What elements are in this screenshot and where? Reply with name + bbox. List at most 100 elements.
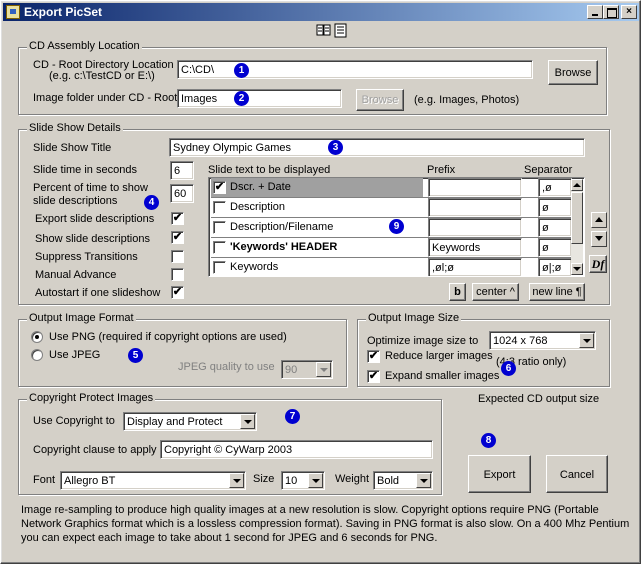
root-dir-example: (e.g. c:\TestCD or E:\)	[49, 70, 155, 82]
weight-select[interactable]: Bold	[373, 471, 433, 490]
option-label: Manual Advance	[35, 269, 117, 281]
list-item-text-cell[interactable]: Keywords	[211, 258, 423, 276]
chevron-down-icon[interactable]	[416, 473, 431, 488]
export-picset-window: Export PicSet × CD Assembly Location CD …	[0, 0, 641, 564]
optimize-size-select[interactable]: 1024 x 768	[489, 331, 596, 350]
book-icon[interactable]	[316, 23, 332, 37]
image-folder-label: Image folder under CD - Root	[33, 92, 178, 104]
percent-label-line2: slide descriptions	[33, 195, 118, 207]
df-button[interactable]: Df	[589, 255, 607, 273]
separator-input[interactable]: ø	[538, 218, 572, 237]
scroll-down-arrow-icon[interactable]	[571, 263, 583, 275]
scroll-up-arrow-icon[interactable]	[571, 179, 583, 191]
slide-time-input[interactable]: 6	[170, 161, 194, 180]
slide-text-header: Slide text to be displayed	[208, 164, 331, 176]
prefix-input[interactable]	[428, 218, 522, 237]
percent-label-line1: Percent of time to show	[33, 182, 148, 194]
list-item[interactable]: 'Keywords' HEADER Keywords ø	[211, 238, 573, 258]
image-folder-input[interactable]: Images	[177, 89, 342, 108]
jpeg-label: Use JPEG	[49, 349, 101, 361]
prefix-input[interactable]: Keywords	[428, 238, 522, 257]
use-copyright-select[interactable]: Display and Protect	[123, 412, 257, 431]
slideshow-legend: Slide Show Details	[27, 122, 123, 134]
clause-input[interactable]: Copyright © CyWarp 2003	[160, 440, 433, 459]
prefix-input[interactable]: ,øl;ø	[428, 258, 522, 276]
list-item-label: Keywords	[230, 261, 279, 273]
chevron-down-icon[interactable]	[240, 414, 255, 429]
option-label: Autostart if one slideshow	[35, 287, 161, 299]
reduce-larger-checkbox[interactable]: ✔	[367, 350, 380, 363]
font-select[interactable]: Allegro BT	[60, 471, 246, 490]
separator-input[interactable]: ø|;ø	[538, 258, 572, 276]
optimize-label: Optimize image size to	[367, 335, 479, 347]
size-select[interactable]: 10	[281, 471, 325, 490]
marker-9: 9	[389, 219, 404, 234]
scroll-thumb[interactable]	[571, 192, 583, 244]
export-button[interactable]: Export	[468, 455, 531, 493]
reduce-larger-label: Reduce larger images	[385, 350, 493, 362]
jpeg-quality-select[interactable]: 90	[281, 360, 333, 379]
list-item[interactable]: ✔ Dscr. + Date ,ø	[211, 178, 573, 198]
cancel-button[interactable]: Cancel	[546, 455, 608, 493]
size-label: Size	[253, 473, 275, 485]
list-item-checkbox[interactable]	[213, 221, 226, 234]
marker-3: 3	[328, 140, 343, 155]
copyright-legend: Copyright Protect Images	[27, 392, 156, 404]
help-icons	[316, 23, 350, 39]
slideshow-title-input[interactable]: Sydney Olympic Games	[169, 138, 585, 157]
separator-input[interactable]: ø	[538, 238, 572, 257]
export-descriptions-checkbox[interactable]: ✔	[171, 212, 184, 225]
document-icon[interactable]	[334, 23, 348, 38]
chevron-down-icon[interactable]	[308, 473, 323, 488]
suppress-transitions-checkbox[interactable]	[171, 250, 184, 263]
separator-input[interactable]: ,ø	[538, 178, 572, 197]
prefix-input[interactable]	[428, 198, 522, 217]
browse-image-folder-button[interactable]: Browse	[356, 89, 404, 111]
show-descriptions-checkbox[interactable]: ✔	[171, 231, 184, 244]
manual-advance-checkbox[interactable]	[171, 268, 184, 281]
title-bar[interactable]: Export PicSet ×	[3, 3, 639, 21]
size-value: 10	[285, 475, 298, 487]
move-down-button[interactable]	[591, 231, 607, 247]
separator-input[interactable]: ø	[538, 198, 572, 217]
prefix-input[interactable]	[428, 178, 522, 197]
list-item-text-cell[interactable]: Description	[211, 198, 423, 217]
option-label: Export slide descriptions	[35, 213, 155, 225]
jpeg-quality-label: JPEG quality to use	[178, 361, 275, 373]
chevron-down-icon[interactable]	[579, 333, 594, 348]
weight-value: Bold	[377, 475, 400, 487]
footer-note: Image re-sampling to produce high qualit…	[21, 504, 630, 544]
chevron-down-icon[interactable]	[316, 362, 331, 377]
separator-header: Separator	[524, 164, 573, 176]
expand-smaller-checkbox[interactable]: ✔	[367, 370, 380, 383]
root-dir-input[interactable]: C:\CD\	[177, 60, 533, 79]
bold-button[interactable]: b	[449, 283, 466, 301]
new-line-button[interactable]: new line ¶	[529, 283, 585, 301]
minimize-button[interactable]	[587, 5, 603, 19]
slide-time-label: Slide time in seconds	[33, 164, 137, 176]
optimize-size-value: 1024 x 768	[493, 335, 548, 347]
list-item[interactable]: Keywords ,øl;ø ø|;ø	[211, 258, 573, 276]
list-item-text-cell[interactable]: 'Keywords' HEADER	[211, 238, 423, 257]
list-scrollbar[interactable]	[571, 179, 583, 275]
marker-8: 8	[481, 433, 496, 448]
jpeg-radio[interactable]	[31, 349, 43, 361]
slideshow-title-label: Slide Show Title	[33, 142, 112, 154]
list-item-checkbox[interactable]: ✔	[213, 181, 226, 194]
list-item-checkbox[interactable]	[213, 261, 226, 274]
list-item[interactable]: Description ø	[211, 198, 573, 218]
maximize-button[interactable]	[603, 5, 619, 19]
autostart-checkbox[interactable]: ✔	[171, 286, 184, 299]
chevron-down-icon[interactable]	[229, 473, 244, 488]
close-button[interactable]: ×	[621, 5, 637, 19]
percent-input[interactable]: 60	[170, 184, 194, 203]
center-button[interactable]: center ^	[472, 283, 519, 301]
list-item-checkbox[interactable]	[213, 241, 226, 254]
browse-root-button[interactable]: Browse	[548, 60, 598, 85]
list-item-checkbox[interactable]	[213, 201, 226, 214]
font-label: Font	[33, 474, 56, 486]
use-copyright-value: Display and Protect	[127, 416, 223, 428]
list-item-text-cell[interactable]: ✔ Dscr. + Date	[211, 178, 423, 197]
png-radio[interactable]	[31, 331, 43, 343]
move-up-button[interactable]	[591, 212, 607, 228]
